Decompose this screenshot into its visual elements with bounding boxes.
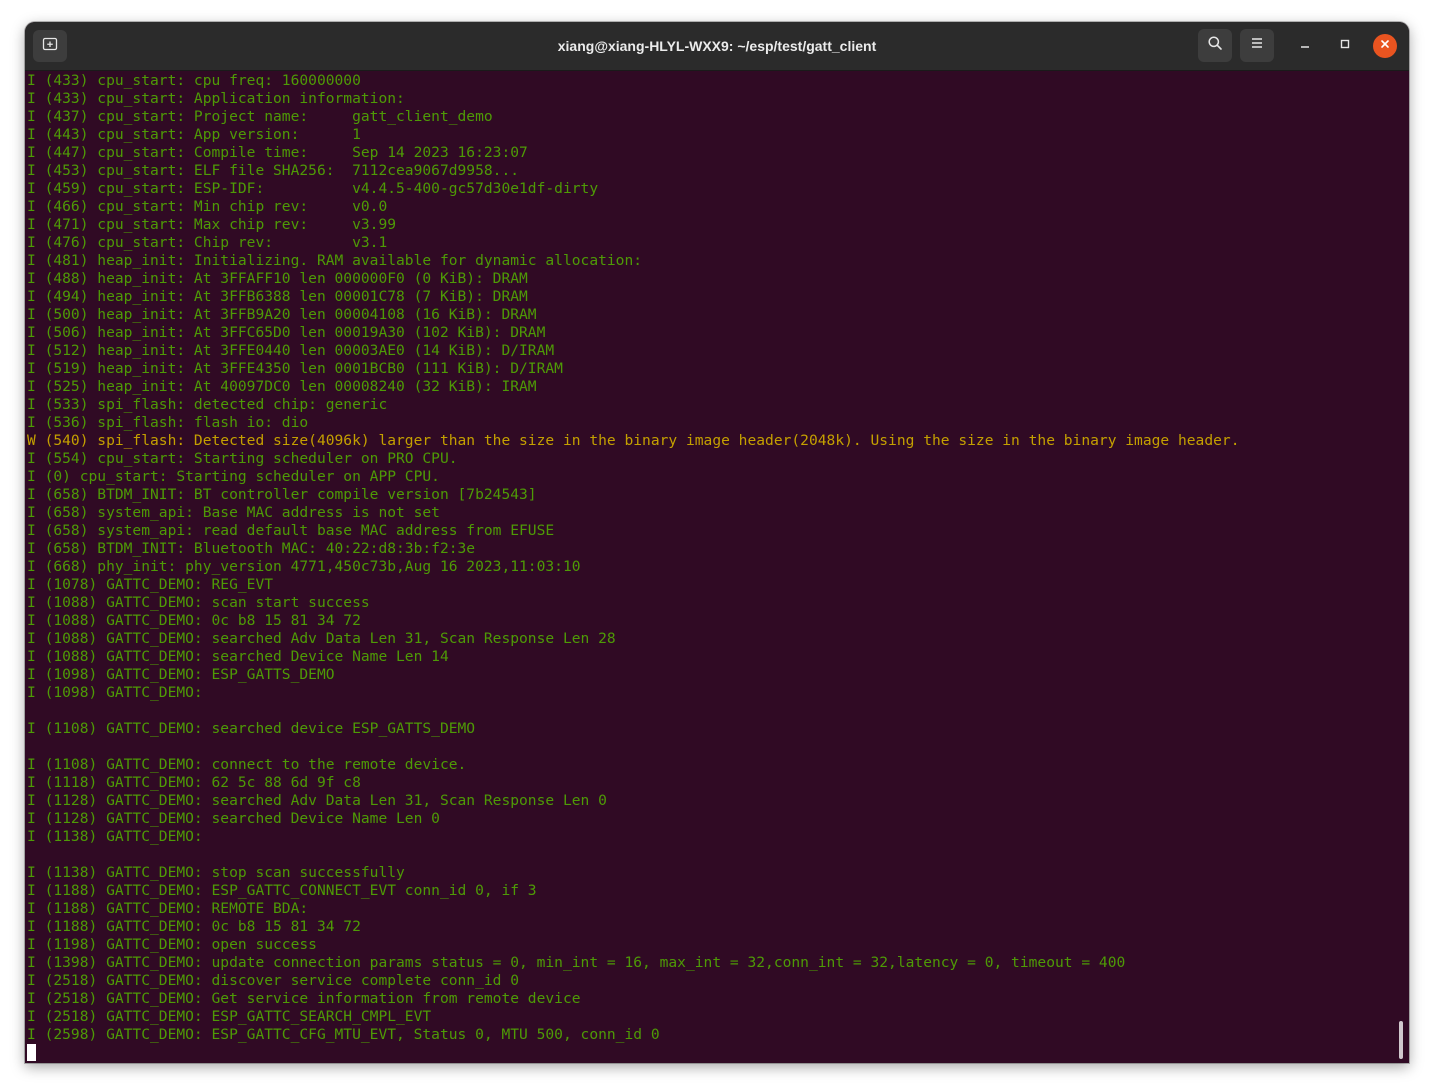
- terminal-line: I (1088) GATTC_DEMO: scan start success: [27, 594, 370, 611]
- terminal-line: I (1078) GATTC_DEMO: REG_EVT: [27, 576, 274, 593]
- minimize-button[interactable]: [1293, 34, 1317, 58]
- new-tab-icon: [42, 36, 58, 57]
- terminal-line: I (512) heap_init: At 3FFE0440 len 00003…: [27, 342, 555, 359]
- new-tab-button[interactable]: [33, 30, 67, 62]
- terminal-line: I (554) cpu_start: Starting scheduler on…: [27, 450, 458, 467]
- terminal-line: I (2518) GATTC_DEMO: discover service co…: [27, 972, 520, 989]
- terminal-line: I (500) heap_init: At 3FFB9A20 len 00004…: [27, 306, 537, 323]
- terminal-line: I (658) system_api: read default base MA…: [27, 522, 555, 539]
- close-icon: [1379, 37, 1391, 55]
- terminal-line-warning: W (540) spi_flash: Detected size(4096k) …: [27, 432, 1240, 449]
- terminal-line: I (1128) GATTC_DEMO: searched Device Nam…: [27, 810, 440, 827]
- close-button[interactable]: [1373, 34, 1397, 58]
- text-cursor: [27, 1044, 36, 1061]
- terminal-line: I (506) heap_init: At 3FFC65D0 len 00019…: [27, 324, 546, 341]
- terminal-line: I (453) cpu_start: ELF file SHA256: 7112…: [27, 162, 520, 179]
- terminal-line: I (1138) GATTC_DEMO: stop scan successfu…: [27, 864, 405, 881]
- maximize-icon: [1339, 37, 1351, 55]
- menu-button[interactable]: [1240, 29, 1274, 62]
- terminal-line: I (658) system_api: Base MAC address is …: [27, 504, 440, 521]
- search-icon: [1207, 35, 1223, 56]
- terminal-line: I (1118) GATTC_DEMO: 62 5c 88 6d 9f c8: [27, 774, 361, 791]
- terminal-line: I (536) spi_flash: flash io: dio: [27, 414, 309, 431]
- terminal-line: I (443) cpu_start: App version: 1: [27, 126, 361, 143]
- terminal-line: I (476) cpu_start: Chip rev: v3.1: [27, 234, 388, 251]
- terminal-window: xiang@xiang-HLYL-WXX9: ~/esp/test/gatt_c…: [25, 22, 1409, 1063]
- terminal-line: I (433) cpu_start: Application informati…: [27, 90, 405, 107]
- scrollbar-thumb[interactable]: [1399, 1021, 1403, 1059]
- terminal-line: I (668) phy_init: phy_version 4771,450c7…: [27, 558, 581, 575]
- hamburger-menu-icon: [1250, 36, 1264, 55]
- terminal-line: I (471) cpu_start: Max chip rev: v3.99: [27, 216, 397, 233]
- minimize-icon: [1299, 37, 1311, 55]
- terminal-line: I (525) heap_init: At 40097DC0 len 00008…: [27, 378, 537, 395]
- terminal-log: I (433) cpu_start: cpu freq: 160000000 I …: [27, 72, 1240, 1044]
- terminal-line: I (0) cpu_start: Starting scheduler on A…: [27, 468, 440, 485]
- terminal-line: I (519) heap_init: At 3FFE4350 len 0001B…: [27, 360, 563, 377]
- terminal-line: I (488) heap_init: At 3FFAFF10 len 00000…: [27, 270, 528, 287]
- terminal-line: I (1098) GATTC_DEMO: ESP_GATTS_DEMO: [27, 666, 335, 683]
- terminal-line: I (1088) GATTC_DEMO: searched Device Nam…: [27, 648, 449, 665]
- terminal-line: I (1088) GATTC_DEMO: searched Adv Data L…: [27, 630, 616, 647]
- terminal-line: I (1188) GATTC_DEMO: ESP_GATTC_CONNECT_E…: [27, 882, 537, 899]
- terminal-line: I (2598) GATTC_DEMO: ESP_GATTC_CFG_MTU_E…: [27, 1026, 660, 1043]
- terminal-line: I (437) cpu_start: Project name: gatt_cl…: [27, 108, 493, 125]
- terminal-line: I (466) cpu_start: Min chip rev: v0.0: [27, 198, 388, 215]
- terminal-line: I (1198) GATTC_DEMO: open success: [27, 936, 317, 953]
- terminal-line: I (658) BTDM_INIT: Bluetooth MAC: 40:22:…: [27, 540, 476, 557]
- terminal-line: I (658) BTDM_INIT: BT controller compile…: [27, 486, 537, 503]
- terminal-line: I (433) cpu_start: cpu freq: 160000000: [27, 72, 361, 89]
- terminal-line: I (481) heap_init: Initializing. RAM ava…: [27, 252, 643, 269]
- terminal-line: I (1088) GATTC_DEMO: 0c b8 15 81 34 72: [27, 612, 361, 629]
- terminal-line: I (2518) GATTC_DEMO: Get service informa…: [27, 990, 581, 1007]
- terminal-line: I (494) heap_init: At 3FFB6388 len 00001…: [27, 288, 528, 305]
- terminal-line: I (459) cpu_start: ESP-IDF: v4.4.5-400-g…: [27, 180, 599, 197]
- title-bar[interactable]: xiang@xiang-HLYL-WXX9: ~/esp/test/gatt_c…: [25, 22, 1409, 71]
- terminal-line: I (1188) GATTC_DEMO: REMOTE BDA:: [27, 900, 309, 917]
- terminal-line: I (533) spi_flash: detected chip: generi…: [27, 396, 388, 413]
- terminal-line: I (1188) GATTC_DEMO: 0c b8 15 81 34 72: [27, 918, 361, 935]
- terminal-line: I (447) cpu_start: Compile time: Sep 14 …: [27, 144, 528, 161]
- terminal-line: I (1398) GATTC_DEMO: update connection p…: [27, 954, 1126, 971]
- terminal-line: I (1138) GATTC_DEMO:: [27, 828, 212, 845]
- terminal-line: I (1108) GATTC_DEMO: searched device ESP…: [27, 720, 476, 737]
- search-button[interactable]: [1198, 29, 1232, 62]
- terminal-line: I (2518) GATTC_DEMO: ESP_GATTC_SEARCH_CM…: [27, 1008, 432, 1025]
- terminal-line: I (1128) GATTC_DEMO: searched Adv Data L…: [27, 792, 607, 809]
- terminal-line: I (1108) GATTC_DEMO: connect to the remo…: [27, 756, 467, 773]
- terminal-output[interactable]: I (433) cpu_start: cpu freq: 160000000 I …: [25, 71, 1409, 1063]
- terminal-line: I (1098) GATTC_DEMO:: [27, 684, 212, 701]
- maximize-button[interactable]: [1333, 34, 1357, 58]
